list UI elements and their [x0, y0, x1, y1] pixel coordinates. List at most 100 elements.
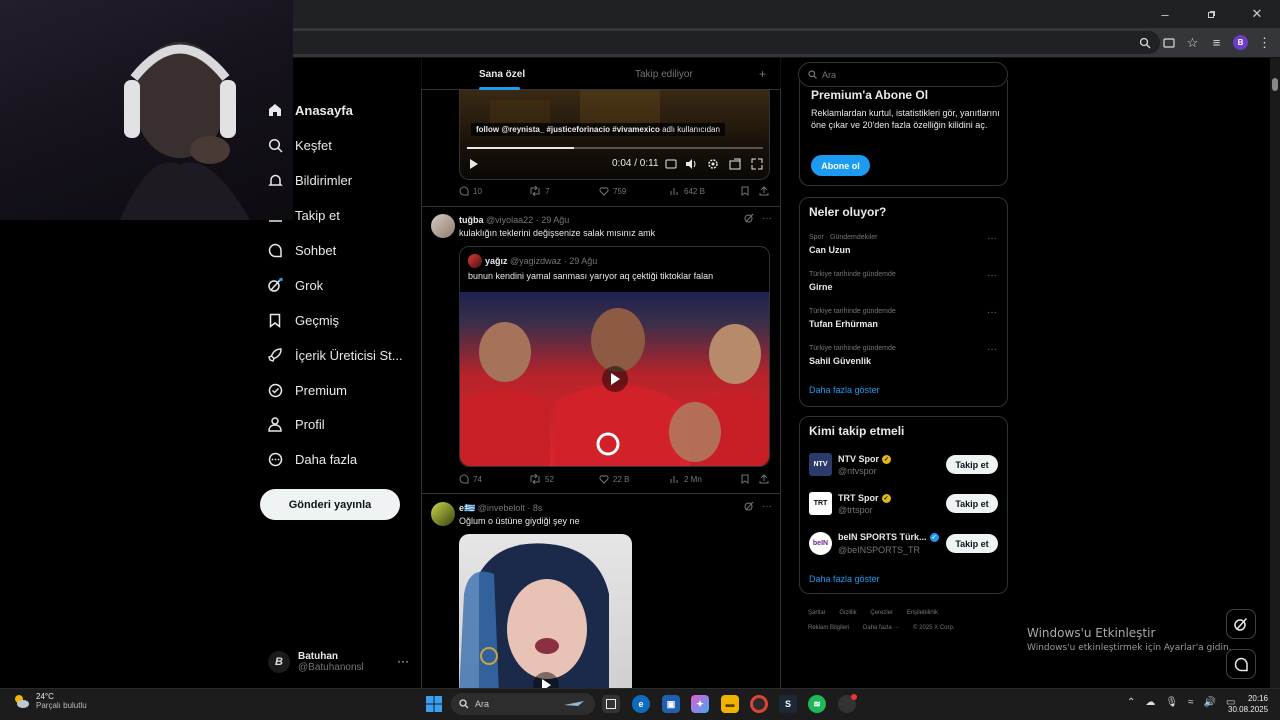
account-switcher[interactable]: B Batuhan @Batuhanonsl	[268, 648, 414, 676]
author-handle[interactable]: @viyolaa22	[486, 215, 533, 225]
nav-bookmarks[interactable]: Geçmiş	[266, 306, 339, 334]
post-more-icon[interactable]: ···	[762, 213, 772, 224]
trend-more-icon[interactable]: ···	[987, 344, 997, 355]
avatar[interactable]	[431, 502, 455, 526]
captions-icon[interactable]	[665, 158, 677, 170]
store-icon[interactable]: ▣	[662, 695, 680, 713]
settings-icon[interactable]	[707, 158, 719, 170]
like-button[interactable]: 22 B	[599, 474, 629, 484]
start-button[interactable]	[425, 695, 443, 713]
footer-link[interactable]: Gizlilik	[839, 610, 856, 616]
author-name[interactable]: e🇬🇷	[459, 503, 475, 513]
post-button[interactable]: Gönderi yayınla	[260, 489, 400, 520]
account-name[interactable]: NTV Spor ✓	[838, 454, 892, 464]
profile-avatar[interactable]: B	[1233, 35, 1248, 50]
trend-more-icon[interactable]: ···	[987, 233, 997, 244]
volume-icon[interactable]	[685, 158, 698, 170]
reply-button[interactable]: 10	[459, 186, 482, 196]
chrome-icon[interactable]	[750, 695, 768, 713]
restore-icon[interactable]	[1188, 0, 1234, 28]
who-to-follow-show-more[interactable]: Daha fazla göster	[809, 574, 880, 584]
avatar[interactable]: NTV	[809, 453, 832, 476]
chevron-up-icon[interactable]: ⌃	[1127, 697, 1135, 708]
repost-button[interactable]: 52	[529, 474, 554, 484]
page-scrollbar[interactable]	[1270, 58, 1280, 688]
avatar[interactable]	[431, 214, 455, 238]
file-explorer-icon[interactable]: ▬	[721, 695, 739, 713]
nav-profile[interactable]: Profil	[266, 410, 325, 438]
nav-premium[interactable]: Premium	[266, 376, 347, 404]
follow-button[interactable]: Takip et	[946, 534, 998, 553]
cloud-sync-icon[interactable]: ☁	[1145, 697, 1155, 708]
scrollbar-thumb[interactable]	[1272, 78, 1278, 91]
copilot-icon[interactable]: ✦	[691, 695, 709, 713]
nav-notifications[interactable]: Bildirimler	[266, 166, 352, 194]
play-icon[interactable]	[602, 366, 628, 392]
minimize-icon[interactable]: –	[1142, 0, 1188, 28]
author-name[interactable]: tuğba	[459, 215, 484, 225]
share-button[interactable]	[759, 186, 769, 196]
grok-fab-button[interactable]	[1226, 609, 1256, 639]
avatar[interactable]: beIN	[809, 532, 832, 555]
add-tab-icon[interactable]: +	[759, 67, 766, 81]
bookmark-button[interactable]	[741, 474, 749, 484]
speaker-icon[interactable]: 🔊	[1204, 697, 1216, 708]
messages-fab-button[interactable]	[1226, 649, 1256, 679]
bookmark-button[interactable]	[741, 186, 749, 196]
browser-menu-icon[interactable]: ⋮	[1257, 35, 1272, 50]
author-handle[interactable]: @invebelolt	[478, 503, 525, 513]
views-button[interactable]: 642 B	[670, 186, 705, 196]
post-more-icon[interactable]: ···	[762, 501, 772, 512]
profile-icon[interactable]: B	[1233, 35, 1248, 50]
avatar[interactable]: TRT	[809, 492, 832, 515]
nav-chat[interactable]: Sohbet	[266, 236, 336, 264]
footer-link[interactable]: Çerezler	[870, 610, 893, 616]
game-app-icon[interactable]	[838, 694, 857, 713]
follow-button[interactable]: Takip et	[946, 494, 998, 513]
nav-explore[interactable]: Keşfet	[266, 131, 332, 159]
account-name[interactable]: TRT Spor ✓	[838, 493, 891, 503]
fullscreen-icon[interactable]	[751, 158, 763, 170]
follow-button[interactable]: Takip et	[946, 455, 998, 474]
views-button[interactable]: 2 Mn	[670, 474, 702, 484]
post-video[interactable]	[459, 534, 632, 694]
share-button[interactable]	[759, 474, 769, 484]
nav-follow[interactable]: Takip et	[266, 201, 340, 229]
nav-more[interactable]: Daha fazla	[266, 445, 357, 473]
steam-icon[interactable]: S	[779, 695, 797, 713]
footer-link[interactable]: Daha fazla ···	[863, 625, 899, 631]
picture-in-picture-icon[interactable]	[729, 158, 741, 170]
tab-for-you[interactable]: Sana özel	[479, 58, 525, 90]
subscribe-button[interactable]: Abone ol	[811, 155, 870, 176]
nav-creator-studio[interactable]: İçerik Üreticisi St...	[266, 341, 403, 369]
grok-icon[interactable]	[744, 213, 754, 224]
footer-link[interactable]: Erişilebilirlik	[907, 610, 938, 616]
nav-home[interactable]: Anasayfa	[266, 96, 353, 124]
taskbar-search[interactable]: Ara	[451, 693, 595, 715]
nav-grok[interactable]: Grok	[266, 271, 323, 299]
like-button[interactable]: 759	[599, 186, 626, 196]
trend-more-icon[interactable]: ···	[987, 270, 997, 281]
account-name[interactable]: beIN SPORTS Türk... ✓	[838, 532, 939, 542]
footer-link[interactable]: Şartlar	[808, 610, 826, 616]
bookmark-star-icon[interactable]: ☆	[1185, 35, 1200, 50]
edge-icon[interactable]: e	[632, 695, 650, 713]
media-control-icon[interactable]: ≡	[1209, 35, 1224, 50]
zoom-icon[interactable]	[1137, 35, 1152, 50]
close-icon[interactable]: ✕	[1234, 0, 1280, 28]
grok-icon[interactable]	[744, 501, 754, 512]
task-view-icon[interactable]	[602, 695, 620, 713]
trends-show-more[interactable]: Daha fazla göster	[809, 385, 880, 395]
taskbar-clock[interactable]: 20:16 30.08.2025	[1228, 693, 1268, 715]
repost-button[interactable]: 7	[529, 186, 549, 196]
reply-button[interactable]: 74	[459, 474, 482, 484]
wifi-icon[interactable]: ≈	[1188, 697, 1194, 708]
tab-following[interactable]: Takip ediliyor	[635, 58, 693, 90]
weather-widget[interactable]: 24°C Parçalı bulutlu	[12, 692, 87, 710]
footer-link[interactable]: Reklam Bilgileri	[808, 625, 849, 631]
install-app-icon[interactable]	[1161, 35, 1176, 50]
play-icon[interactable]	[469, 158, 479, 170]
address-bar[interactable]	[160, 31, 1160, 54]
quote-video[interactable]	[460, 292, 769, 466]
microphone-icon[interactable]: 🎙	[1165, 697, 1178, 708]
